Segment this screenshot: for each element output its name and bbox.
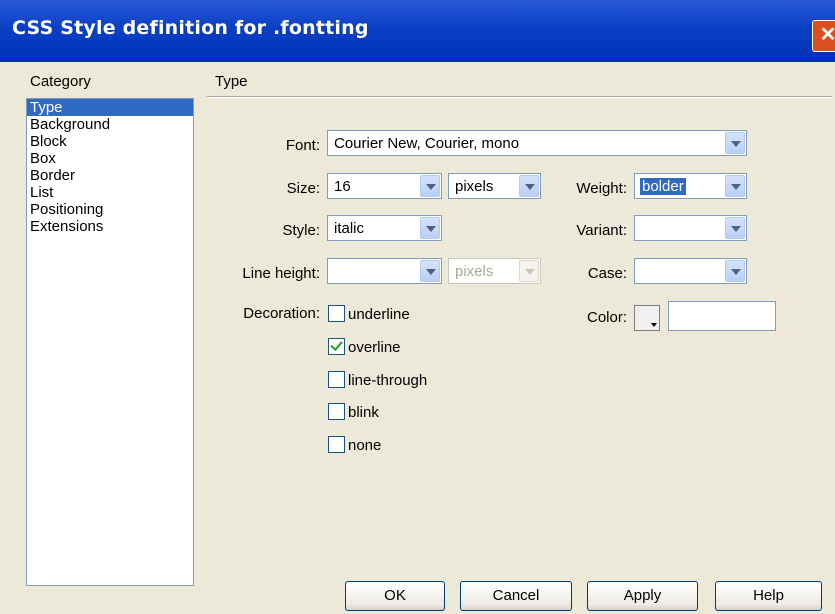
cancel-button[interactable]: Cancel bbox=[460, 581, 572, 611]
font-label: Font: bbox=[285, 137, 320, 154]
color-picker-button[interactable] bbox=[634, 305, 660, 331]
decoration-overline-label: overline bbox=[348, 339, 401, 356]
chevron-down-icon[interactable] bbox=[420, 217, 440, 239]
title-bar: CSS Style definition for .fontting ✕ bbox=[0, 0, 835, 62]
color-label: Color: bbox=[586, 309, 627, 326]
font-value: Courier New, Courier, mono bbox=[334, 135, 520, 152]
decoration-none-label: none bbox=[348, 437, 382, 454]
checkbox-box[interactable] bbox=[328, 436, 345, 453]
category-item-extensions[interactable]: Extensions bbox=[27, 218, 193, 235]
checkbox-box[interactable] bbox=[328, 403, 345, 420]
size-value: 16 bbox=[334, 178, 351, 195]
window-title: CSS Style definition for .fontting bbox=[12, 17, 369, 39]
size-unit-value: pixels bbox=[455, 178, 494, 195]
variant-select[interactable] bbox=[634, 215, 747, 241]
size-select[interactable]: 16 bbox=[327, 173, 442, 199]
chevron-down-icon[interactable] bbox=[519, 175, 539, 197]
variant-label: Variant: bbox=[576, 222, 627, 239]
style-value: italic bbox=[334, 220, 365, 237]
ok-button[interactable]: OK bbox=[345, 581, 445, 611]
decoration-blink-checkbox[interactable]: blink bbox=[328, 403, 379, 421]
checkbox-box[interactable] bbox=[328, 371, 345, 388]
line-height-unit-value: pixels bbox=[455, 263, 494, 280]
category-item-border[interactable]: Border bbox=[27, 167, 193, 184]
help-button[interactable]: Help bbox=[715, 581, 822, 611]
chevron-down-icon[interactable] bbox=[725, 175, 745, 197]
decoration-underline-checkbox[interactable]: underline bbox=[328, 305, 410, 323]
line-height-label: Line height: bbox=[242, 265, 320, 282]
line-height-unit-select: pixels bbox=[448, 258, 541, 284]
category-item-block[interactable]: Block bbox=[27, 133, 193, 150]
chevron-down-icon[interactable] bbox=[725, 217, 745, 239]
chevron-down-icon bbox=[519, 260, 539, 282]
category-item-box[interactable]: Box bbox=[27, 150, 193, 167]
weight-value: bolder bbox=[640, 178, 686, 195]
chevron-down-icon[interactable] bbox=[725, 132, 745, 154]
category-item-list[interactable]: List bbox=[27, 184, 193, 201]
decoration-underline-label: underline bbox=[348, 306, 410, 323]
category-item-background[interactable]: Background bbox=[27, 116, 193, 133]
decoration-line-through-checkbox[interactable]: line-through bbox=[328, 371, 427, 389]
category-header: Category bbox=[30, 73, 91, 90]
size-unit-select[interactable]: pixels bbox=[448, 173, 541, 199]
decoration-overline-checkbox[interactable]: overline bbox=[328, 338, 401, 356]
style-select[interactable]: italic bbox=[327, 215, 442, 241]
style-label: Style: bbox=[282, 222, 320, 239]
decoration-line-through-label: line-through bbox=[348, 372, 428, 389]
decoration-none-checkbox[interactable]: none bbox=[328, 436, 381, 454]
chevron-down-icon[interactable] bbox=[725, 260, 745, 282]
weight-label: Weight: bbox=[576, 180, 627, 197]
chevron-down-icon[interactable] bbox=[420, 175, 440, 197]
size-label: Size: bbox=[286, 180, 320, 197]
checkbox-box[interactable] bbox=[328, 305, 345, 322]
checkmark-icon[interactable] bbox=[328, 338, 345, 355]
panel-header: Type bbox=[215, 73, 248, 90]
header-divider bbox=[207, 96, 832, 98]
weight-select[interactable]: bolder bbox=[634, 173, 747, 199]
decoration-blink-label: blink bbox=[348, 404, 379, 421]
case-label: Case: bbox=[587, 265, 627, 282]
line-height-select[interactable] bbox=[327, 258, 442, 284]
close-icon[interactable]: ✕ bbox=[812, 20, 835, 52]
category-list[interactable]: Type Background Block Box Border List Po… bbox=[26, 98, 194, 586]
category-item-positioning[interactable]: Positioning bbox=[27, 201, 193, 218]
color-input[interactable] bbox=[668, 301, 776, 331]
chevron-down-icon[interactable] bbox=[420, 260, 440, 282]
category-item-type[interactable]: Type bbox=[27, 99, 193, 116]
font-select[interactable]: Courier New, Courier, mono bbox=[327, 130, 747, 156]
decoration-label: Decoration: bbox=[243, 305, 320, 322]
case-select[interactable] bbox=[634, 258, 747, 284]
apply-button[interactable]: Apply bbox=[587, 581, 698, 611]
